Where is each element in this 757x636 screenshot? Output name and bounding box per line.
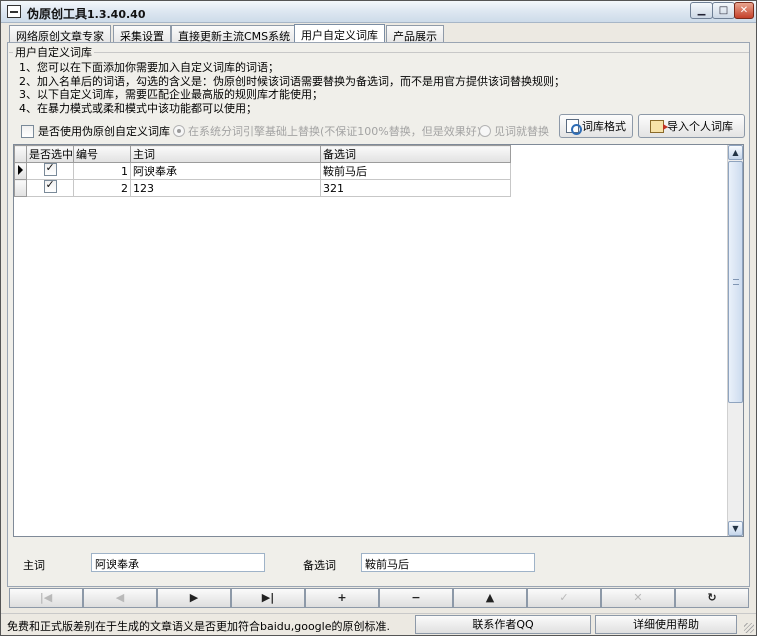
column-header-id[interactable]: 编号 (73, 145, 131, 163)
import-icon (650, 119, 668, 133)
tab-article-expert[interactable]: 网络原创文章专家 (9, 25, 111, 43)
help-button[interactable]: 详细使用帮助 (595, 615, 737, 634)
column-header-main-word[interactable]: 主词 (130, 145, 321, 163)
instruction-line: 2、加入名单后的词语，勾选的含义是：伪原创时候该词语需要替换为备选词，而不是用官… (19, 74, 565, 88)
window-version: 1.3.40.40 (87, 8, 146, 21)
cell-selected[interactable] (26, 178, 74, 197)
radio-circle[interactable] (479, 125, 491, 137)
row-checkbox[interactable] (43, 178, 57, 193)
radio-label: 见词就替换 (494, 125, 549, 138)
grid-header-row: 是否选中 编号 主词 备选词 (14, 145, 511, 163)
last-record-button[interactable]: ▶| (231, 588, 305, 608)
scroll-thumb[interactable] (728, 161, 743, 403)
vertical-scrollbar[interactable]: ▲ ▼ (727, 145, 743, 536)
main-word-input[interactable]: 阿谀奉承 (91, 553, 265, 572)
resize-grip-icon[interactable] (744, 623, 754, 633)
row-indicator[interactable] (14, 179, 27, 197)
contact-author-button[interactable]: 联系作者QQ (415, 615, 591, 634)
group-title: 用户自定义词库 (13, 44, 94, 60)
window-title: 伪原创工具1.3.40.40 (27, 7, 146, 21)
alt-word-input[interactable]: 鞍前马后 (361, 553, 535, 572)
radio-label: 在系统分词引擎基础上替换(不保证100%替换，但是效果好) (188, 125, 482, 138)
cell-main-word[interactable]: 123 (130, 179, 321, 197)
maximize-button[interactable]: □ (712, 2, 735, 19)
refresh-button[interactable]: ↻ (675, 588, 749, 608)
format-button-label: 词库格式 (582, 120, 626, 133)
cell-id[interactable]: 2 (73, 179, 131, 197)
column-header-selected[interactable]: 是否选中 (26, 145, 74, 163)
minimize-button[interactable]: ▁ (690, 2, 713, 19)
cell-main-word[interactable]: 阿谀奉承 (130, 162, 321, 180)
tab-collect-settings[interactable]: 采集设置 (113, 25, 171, 43)
grip-icon (733, 279, 739, 285)
checkbox-box[interactable] (21, 124, 34, 138)
close-button[interactable]: ✕ (734, 2, 754, 19)
delete-record-button[interactable]: − (379, 588, 453, 608)
import-button-label: 导入个人词库 (667, 120, 733, 133)
next-record-button[interactable]: ▶ (157, 588, 231, 608)
row-header-corner (14, 145, 27, 163)
radio-system-replace[interactable]: 在系统分词引擎基础上替换(不保证100%替换，但是效果好) (173, 123, 481, 139)
row-indicator[interactable] (14, 162, 27, 180)
radio-circle[interactable] (173, 125, 185, 137)
cell-alt-word[interactable]: 鞍前马后 (320, 162, 511, 180)
cell-selected[interactable] (26, 161, 74, 180)
main-word-label: 主词 (23, 559, 45, 572)
instruction-line: 3、以下自定义词库，需要匹配企业最高版的规则库才能使用； (19, 88, 323, 101)
title-bar[interactable]: 伪原创工具1.3.40.40 ▁ □ ✕ (1, 1, 756, 23)
cancel-edit-button[interactable]: ✕ (601, 588, 675, 608)
post-record-button[interactable]: ✓ (527, 588, 601, 608)
scroll-up-icon[interactable]: ▲ (728, 145, 743, 160)
app-window: 伪原创工具1.3.40.40 ▁ □ ✕ 网络原创文章专家 采集设置 直接更新主… (0, 0, 757, 636)
scroll-down-icon[interactable]: ▼ (728, 521, 743, 536)
checkbox-label: 是否使用伪原创自定义词库 (38, 125, 170, 138)
instructions: 1、您可以在下面添加你需要加入自定义词库的词语； 2、加入名单后的词语，勾选的含… (19, 61, 565, 115)
dictionary-format-button[interactable]: 词库格式 (559, 114, 633, 138)
status-bar: 免费和正式版差别在于生成的文章语义是否更加符合baidu,google的原创标准… (1, 613, 756, 635)
dictionary-grid[interactable]: 是否选中 编号 主词 备选词 1 阿谀奉承 鞍前马后 2 123 321 ▲ (13, 144, 744, 537)
insert-record-button[interactable]: + (305, 588, 379, 608)
tab-custom-dictionary[interactable]: 用户自定义词库 (294, 24, 385, 43)
table-row[interactable]: 1 阿谀奉承 鞍前马后 (14, 161, 511, 180)
instruction-line: 4、在暴力模式或柔和模式中该功能都可以使用； (19, 101, 257, 115)
tab-cms-update[interactable]: 直接更新主流CMS系统 (171, 25, 298, 43)
prev-record-button[interactable]: ◀ (83, 588, 157, 608)
table-row[interactable]: 2 123 321 (14, 178, 511, 197)
radio-direct-replace[interactable]: 见词就替换 (479, 123, 549, 139)
record-navigator: |◀ ◀ ▶ ▶| + − ▲ ✓ ✕ ↻ (9, 588, 749, 608)
alt-word-label: 备选词 (303, 559, 336, 572)
row-checkbox[interactable] (43, 161, 57, 176)
status-text: 免费和正式版差别在于生成的文章语义是否更加符合baidu,google的原创标准… (7, 620, 390, 633)
group-divider (9, 52, 749, 53)
document-search-icon (566, 119, 582, 135)
tab-products[interactable]: 产品展示 (386, 25, 444, 43)
instruction-line: 1、您可以在下面添加你需要加入自定义词库的词语； (19, 61, 279, 74)
grid-table: 是否选中 编号 主词 备选词 1 阿谀奉承 鞍前马后 2 123 321 (14, 145, 511, 197)
current-row-arrow-icon (18, 164, 23, 175)
use-custom-dictionary-checkbox[interactable]: 是否使用伪原创自定义词库 (21, 123, 170, 139)
app-icon[interactable] (7, 5, 21, 18)
cell-id[interactable]: 1 (73, 162, 131, 180)
edit-record-button[interactable]: ▲ (453, 588, 527, 608)
cell-alt-word[interactable]: 321 (320, 179, 511, 197)
first-record-button[interactable]: |◀ (9, 588, 83, 608)
column-header-alt-word[interactable]: 备选词 (320, 145, 511, 163)
import-dictionary-button[interactable]: 导入个人词库 (638, 114, 745, 138)
